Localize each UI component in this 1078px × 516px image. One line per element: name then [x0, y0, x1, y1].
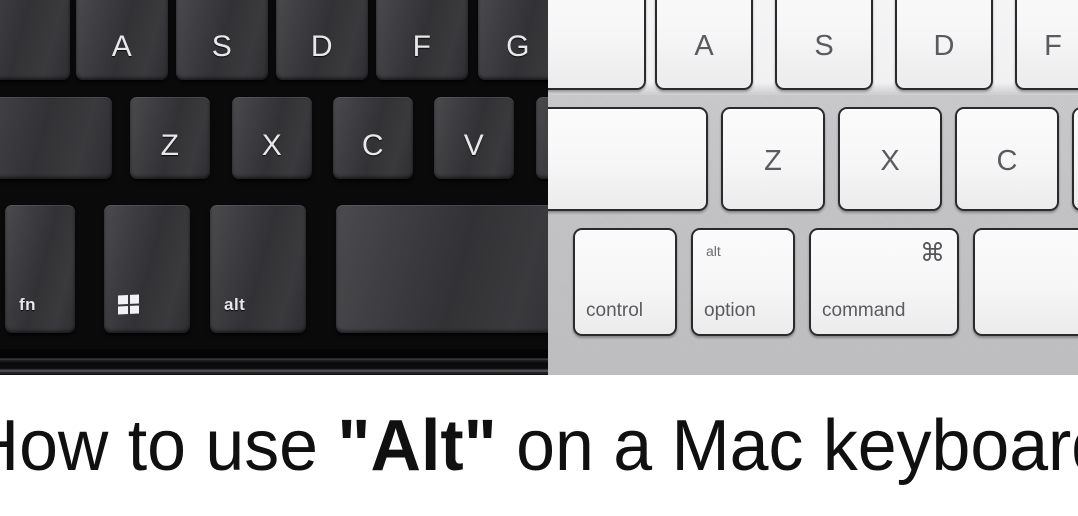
mac-a-key: A [655, 0, 753, 90]
mac-x-key: X [838, 107, 942, 211]
windows-logo-key [104, 205, 190, 333]
page-root: A S D F G Z X C V fn alt A S D F Z X C c… [0, 0, 1078, 516]
windows-x-key-label: X [261, 129, 283, 162]
caption-suffix: on a Mac keyboard [496, 405, 1078, 486]
mac-z-key: Z [721, 107, 825, 211]
mac-caps-lock-key [548, 0, 646, 90]
windows-v-key: V [434, 97, 514, 179]
windows-left-shift-key [0, 97, 112, 179]
windows-a-key: A [76, 0, 168, 80]
mac-d-key-label: D [933, 30, 955, 62]
windows-s-key-label: S [211, 30, 233, 63]
windows-fn-key-label: fn [19, 295, 37, 314]
mac-command-key-label: command [822, 300, 906, 321]
mac-f-key-label: F [1044, 30, 1062, 62]
windows-z-key: Z [130, 97, 210, 179]
mac-v-key [1072, 107, 1078, 211]
windows-d-key-label: D [310, 30, 334, 63]
mac-c-key-label: C [996, 145, 1018, 177]
windows-c-key: C [333, 97, 413, 179]
windows-z-key-label: Z [160, 129, 180, 162]
mac-control-key: control [573, 228, 677, 336]
mac-x-key-label: X [880, 145, 900, 177]
windows-c-key-label: C [361, 129, 385, 162]
windows-a-key-label: A [111, 30, 133, 63]
windows-keyboard-photo: A S D F G Z X C V fn alt [0, 0, 548, 375]
caption-bar: How to use "Alt" on a Mac keyboard [0, 375, 1078, 516]
mac-s-key: S [775, 0, 873, 90]
mac-control-key-label: control [586, 300, 644, 321]
mac-s-key-label: S [814, 30, 834, 62]
mac-option-key-alt-label: alt [706, 243, 721, 259]
windows-caps-lock-key [0, 0, 70, 80]
mac-command-key: ⌘ command [809, 228, 959, 336]
windows-f-key: F [376, 0, 468, 80]
windows-alt-key-label: alt [224, 295, 246, 314]
mac-keyboard-photo: A S D F Z X C control alt option ⌘ comma… [548, 0, 1078, 375]
caption-highlight: "Alt" [337, 405, 497, 486]
windows-space-bar-key [336, 205, 548, 333]
windows-x-key: X [232, 97, 312, 179]
windows-b-key [536, 97, 548, 179]
windows-f-key-label: F [412, 30, 432, 63]
windows-g-key-label: G [506, 30, 530, 63]
page-title: How to use "Alt" on a Mac keyboard [0, 405, 1078, 487]
mac-f-key: F [1015, 0, 1078, 90]
windows-g-key: G [478, 0, 548, 80]
windows-s-key: S [176, 0, 268, 80]
windows-v-key-label: V [463, 129, 485, 162]
windows-alt-key: alt [210, 205, 306, 333]
mac-a-key-label: A [694, 30, 714, 62]
windows-logo-icon [118, 294, 139, 315]
mac-left-shift-key [548, 107, 708, 211]
mac-option-key-label: option [704, 300, 756, 321]
mac-d-key: D [895, 0, 993, 90]
windows-fn-key: fn [5, 205, 75, 333]
mac-c-key: C [955, 107, 1059, 211]
mac-space-bar-key [973, 228, 1078, 336]
mac-z-key-label: Z [764, 145, 782, 177]
mac-option-key: alt option [691, 228, 795, 336]
caption-prefix: How to use [0, 405, 338, 486]
windows-d-key: D [276, 0, 368, 80]
command-glyph-icon: ⌘ [920, 238, 945, 267]
keyboard-comparison-image: A S D F G Z X C V fn alt A S D F Z X C c… [0, 0, 1078, 375]
